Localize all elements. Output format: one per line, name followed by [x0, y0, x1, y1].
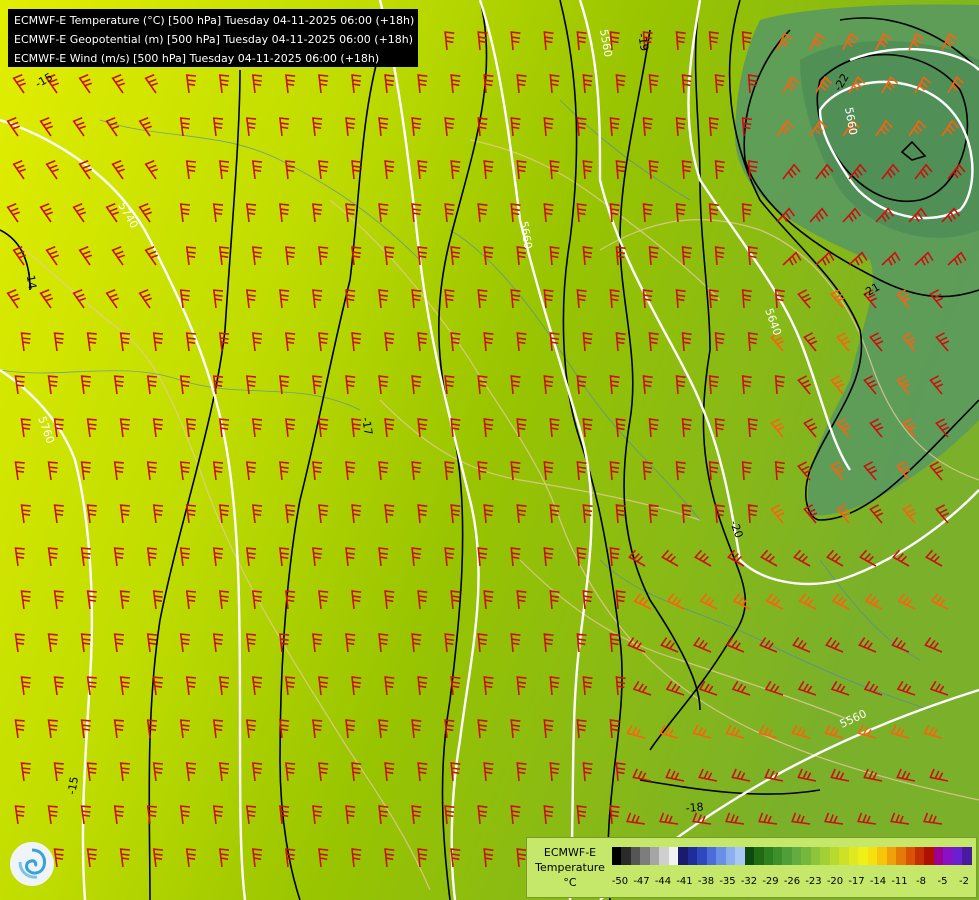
legend-tick-label: -17	[848, 876, 865, 887]
legend-color-swatch	[649, 847, 660, 865]
legend-tick-label: -35	[719, 876, 736, 887]
legend-color-swatch	[754, 847, 764, 865]
legend-color-swatch	[735, 847, 745, 865]
weather-map: 5560 5660 5740 5760 5660 5640 5560 -15 -…	[0, 0, 979, 900]
legend-title-line: °C	[563, 876, 577, 889]
map-header: ECMWF-E Temperature (°C) [500 hPa] Tuesd…	[8, 9, 418, 67]
legend-tick-label: -41	[676, 876, 693, 887]
provider-logo	[10, 842, 54, 886]
legend-tick-label: -14	[869, 876, 887, 887]
legend-color-swatch	[782, 847, 792, 865]
header-geopotential-line: ECMWF-E Geopotential (m) [500 hPa] Tuesd…	[14, 33, 414, 46]
legend-tick-label: -20	[826, 876, 844, 887]
temperature-label: -18	[685, 800, 704, 815]
legend-color-swatch	[612, 847, 622, 865]
legend-color-swatch	[810, 847, 821, 865]
legend-color-swatch	[630, 847, 641, 865]
legend-color-swatch	[915, 847, 925, 865]
legend-title: ECMWF-E Temperature °C	[527, 845, 613, 890]
legend-tick-label: -29	[762, 876, 779, 887]
legend-color-swatch	[933, 847, 944, 865]
legend-title-line: Temperature	[535, 861, 605, 874]
legend-color-swatch	[744, 847, 755, 865]
legend-color-swatch	[659, 847, 669, 865]
legend-tick-label: -32	[740, 876, 758, 887]
legend-color-swatch	[687, 847, 698, 865]
legend-color-swatch	[801, 847, 811, 865]
legend-color-swatch	[763, 847, 773, 865]
legend-color-swatch	[877, 847, 887, 865]
legend-color-swatch	[820, 847, 830, 865]
legend-color-swatch	[621, 847, 631, 865]
legend-color-swatch	[886, 847, 897, 865]
legend-color-swatch	[829, 847, 840, 865]
legend-color-swatch	[848, 847, 859, 865]
legend-color-swatch	[839, 847, 849, 865]
legend-tick-label: -23	[805, 876, 822, 887]
legend-color-swatch	[791, 847, 802, 865]
legend-colorbar	[612, 847, 972, 865]
header-temperature-line: ECMWF-E Temperature (°C) [500 hPa] Tuesd…	[14, 14, 415, 27]
legend-tick-label: -5	[937, 876, 948, 887]
legend-color-swatch	[725, 847, 736, 865]
legend-color-swatch	[858, 847, 868, 865]
legend-color-swatch	[716, 847, 726, 865]
temperature-legend: ECMWF-E Temperature °C -50 -47 -44 -41 -38 -3…	[526, 837, 977, 898]
legend-color-swatch	[772, 847, 783, 865]
legend-color-swatch	[896, 847, 906, 865]
legend-tick-label: -38	[697, 876, 715, 887]
legend-color-swatch	[668, 847, 679, 865]
legend-title-line: ECMWF-E	[543, 846, 597, 859]
legend-color-swatch	[943, 847, 953, 865]
legend-tick-label: -26	[783, 876, 801, 887]
legend-color-swatch	[905, 847, 915, 865]
legend-tick-label: -8	[916, 876, 926, 887]
legend-tick-label: -11	[891, 876, 908, 887]
header-wind-line: ECMWF-E Wind (m/s) [500 hPa] Tuesday 04-…	[14, 52, 380, 65]
legend-ticks: -50 -47 -44 -41 -38 -35 -32 -29 -26 -23 -20 -17 -14-…	[612, 876, 972, 890]
legend-color-swatch	[867, 847, 878, 865]
legend-color-swatch	[962, 847, 972, 865]
legend-color-swatch	[678, 847, 688, 865]
legend-color-swatch	[924, 847, 934, 865]
legend-color-swatch	[640, 847, 650, 865]
legend-color-swatch	[952, 847, 963, 865]
swirl-icon	[11, 843, 53, 885]
legend-color-swatch	[706, 847, 717, 865]
legend-tick-label: -47	[633, 876, 650, 887]
legend-tick-label: -2	[959, 876, 969, 887]
legend-tick-label: -50	[611, 876, 629, 887]
legend-tick-label: -44	[654, 876, 672, 887]
legend-color-swatch	[697, 847, 707, 865]
